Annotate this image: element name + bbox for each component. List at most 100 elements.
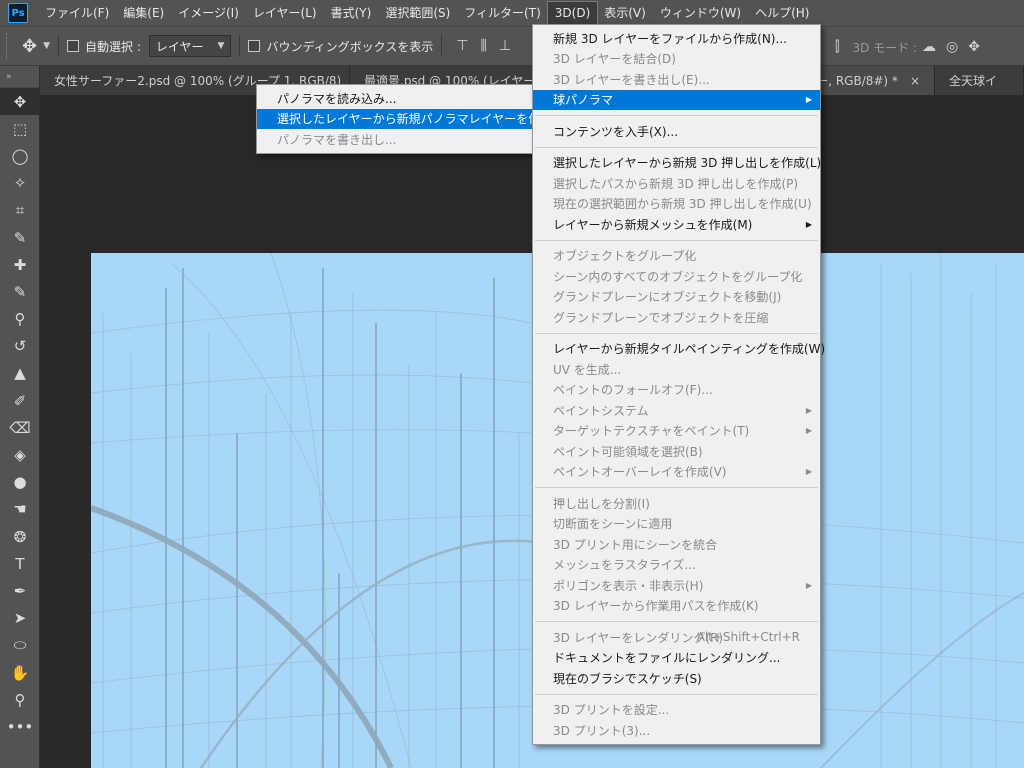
smudge-tool-icon[interactable]: ☚ xyxy=(0,496,40,523)
bounding-box-checkbox[interactable] xyxy=(248,40,261,52)
menu3d-item-label: 3D プリントを設定... xyxy=(553,703,670,718)
menu3d-item[interactable]: 現在のブラシでスケッチ(S) xyxy=(533,668,820,689)
eraser-tool-icon[interactable]: ⌫ xyxy=(0,414,40,441)
menu3d-item[interactable]: シーン内のすべてのオブジェクトをグループ化 xyxy=(533,266,820,287)
menu3d-item[interactable]: レイヤーから新規タイルペインティングを作成(W) xyxy=(533,339,825,360)
menu-filter[interactable]: フィルター(T) xyxy=(457,2,547,24)
menu3d-item[interactable]: グランドプレーンでオブジェクトを圧縮 xyxy=(533,307,820,328)
menu3d-item-label: 切断面をシーンに適用 xyxy=(553,517,673,532)
menu-file[interactable]: ファイル(F) xyxy=(38,2,116,24)
art-history-tool-icon[interactable]: ✐ xyxy=(0,387,40,414)
menu3d-item-label: 現在の選択範囲から新規 3D 押し出しを作成(U) xyxy=(553,197,812,212)
auto-select-checkbox[interactable] xyxy=(67,40,80,52)
menu3d-item[interactable]: 3D プリントを設定... xyxy=(533,700,820,721)
menu3d-item[interactable]: 3D レイヤーを書き出し(E)... xyxy=(533,69,820,90)
menu3d-item[interactable]: 選択したレイヤーから新規 3D 押し出しを作成(L) xyxy=(533,153,821,174)
zoom-tool-icon[interactable]: ⚲ xyxy=(0,686,40,713)
menu3d-item-label: シーン内のすべてのオブジェクトをグループ化 xyxy=(553,269,803,284)
menu3d-item[interactable]: コンテンツを入手(X)... xyxy=(533,121,820,142)
brush-tool-icon[interactable]: ✎ xyxy=(0,278,40,305)
menu3d-item[interactable]: 3D レイヤーを結合(D) xyxy=(533,49,820,70)
menu3d-item[interactable]: 選択したパスから新規 3D 押し出しを作成(P) xyxy=(533,173,820,194)
move-tool-icon[interactable]: ✥ xyxy=(0,88,40,116)
history-brush-tool-icon[interactable]: ↺ xyxy=(0,333,40,360)
path-selection-tool-icon[interactable]: ➤ xyxy=(0,605,40,632)
healing-brush-tool-icon[interactable]: ✚ xyxy=(0,251,40,278)
eyedropper-tool-icon[interactable]: ✎ xyxy=(0,224,40,251)
menu3d-item[interactable]: 3D レイヤーから作業用パスを作成(K) xyxy=(533,596,820,617)
menu3d-item-label: 選択したパスから新規 3D 押し出しを作成(P) xyxy=(553,176,799,191)
menu3d-item[interactable]: 押し出しを分割(I) xyxy=(533,493,820,514)
sponge-tool-icon[interactable]: ❂ xyxy=(0,523,40,550)
menu3d-item[interactable]: オブジェクトをグループ化 xyxy=(533,246,820,267)
menu-select[interactable]: 選択範囲(S) xyxy=(378,2,457,24)
pan-3d-icon[interactable]: ✥ xyxy=(968,39,980,55)
stamp-tool-icon[interactable]: ▲ xyxy=(0,360,40,387)
menu3d-item[interactable]: ペイントのフォールオフ(F)... xyxy=(533,380,820,401)
photoshop-logo-icon[interactable]: Ps xyxy=(8,3,28,23)
tab-document[interactable]: 全天球イ xyxy=(935,66,1024,95)
menu-window[interactable]: ウィンドウ(W) xyxy=(653,2,748,24)
magic-wand-tool-icon[interactable]: ✧ xyxy=(0,170,40,197)
distribute-icon[interactable]: ⫿ xyxy=(835,39,839,55)
menu3d-item[interactable]: ペイントオーバーレイを作成(V) ▶ xyxy=(533,462,820,483)
menu3d-item[interactable]: UV を生成... xyxy=(533,359,820,380)
menu-3d[interactable]: 3D(D) xyxy=(546,1,599,25)
menu-image[interactable]: イメージ(I) xyxy=(171,2,246,24)
menu3d-item[interactable]: 現在の選択範囲から新規 3D 押し出しを作成(U) xyxy=(533,194,820,215)
menu3d-item[interactable]: ターゲットテクスチャをペイント(T) ▶ xyxy=(533,421,820,442)
close-icon[interactable]: × xyxy=(910,74,920,88)
marquee-tool-icon[interactable]: ⬚ xyxy=(0,115,40,142)
menu-type[interactable]: 書式(Y) xyxy=(324,2,379,24)
menu3d-item[interactable]: レイヤーから新規メッシュを作成(M) ▶ xyxy=(533,214,820,235)
menu3d-item-label: ペイントのフォールオフ(F)... xyxy=(553,383,713,398)
auto-select-dropdown[interactable]: レイヤー ▼ xyxy=(148,35,232,57)
options-bar-3d-group: ⫿ 3D モード : ☁ ◎ ✥ xyxy=(830,27,985,67)
menu3d-item[interactable]: 球パノラマ ▶ xyxy=(533,89,820,110)
move-tool-preset-icon[interactable]: ✥ xyxy=(22,36,37,57)
menu3d-item[interactable]: ペイントシステム ▶ xyxy=(533,400,820,421)
clone-stamp-tool-icon[interactable]: ⚲ xyxy=(0,306,40,333)
align-vertical-center-icon[interactable]: ⫼ xyxy=(480,38,486,54)
panorama-item[interactable]: パノラマを書き出し... xyxy=(257,129,533,150)
type-tool-icon[interactable]: T xyxy=(0,550,40,577)
menu3d-item[interactable]: 新規 3D レイヤーをファイルから作成(N)... xyxy=(533,28,820,49)
panorama-item[interactable]: パノラマを読み込み... xyxy=(257,88,533,109)
menu-edit[interactable]: 編集(E) xyxy=(116,2,171,24)
paint-bucket-tool-icon[interactable]: ◈ xyxy=(0,441,40,468)
crop-tool-icon[interactable]: ⌗ xyxy=(0,197,40,224)
menu3d-item[interactable]: 3D プリント用にシーンを統合 xyxy=(533,534,820,555)
ellipse-tool-icon[interactable]: ⬭ xyxy=(0,632,40,659)
menu3d-item[interactable]: 切断面をシーンに適用 xyxy=(533,514,820,535)
menu3d-item[interactable]: ドキュメントをファイルにレンダリング... xyxy=(533,648,820,669)
menu3d-item-label: 3D プリント用にシーンを統合 xyxy=(553,537,718,552)
menu3d-item[interactable]: ポリゴンを表示・非表示(H) ▶ xyxy=(533,575,820,596)
more-tools-icon[interactable]: ••• xyxy=(0,713,40,740)
menu3d-item[interactable]: 3D レイヤーをレンダリング(R) Alt+Shift+Ctrl+R xyxy=(533,627,820,648)
3d-menu-dropdown: 新規 3D レイヤーをファイルから作成(N)... 3D レイヤーを結合(D) 3D… xyxy=(532,24,825,745)
panorama-item-label: パノラマを読み込み... xyxy=(277,91,397,106)
roll-3d-icon[interactable]: ◎ xyxy=(946,39,958,55)
hand-tool-icon[interactable]: ✋ xyxy=(0,659,40,686)
menu-help[interactable]: ヘルプ(H) xyxy=(748,2,816,24)
lasso-tool-icon[interactable]: ◯ xyxy=(0,142,40,169)
toolbar-collapse-icon[interactable]: » xyxy=(0,66,39,88)
orbit-3d-icon[interactable]: ☁ xyxy=(922,39,936,55)
align-bottom-icon[interactable]: ⊥ xyxy=(499,38,511,54)
menu3d-item-label: UV を生成... xyxy=(553,362,622,377)
photoshop-window: Ps ファイル(F) 編集(E) イメージ(I) レイヤー(L) 書式(Y) 選… xyxy=(0,0,1024,768)
menu3d-item[interactable]: メッシュをラスタライズ... xyxy=(533,555,820,576)
align-top-icon[interactable]: ⊤ xyxy=(456,38,468,54)
menu3d-item-label: メッシュをラスタライズ... xyxy=(553,558,696,573)
chevron-down-icon[interactable]: ▼ xyxy=(43,41,50,51)
menu3d-item[interactable]: グランドプレーンにオブジェクトを移動(J) xyxy=(533,287,820,308)
menu3d-item[interactable]: ペイント可能領域を選択(B) xyxy=(533,441,820,462)
menu-separator xyxy=(535,693,818,695)
options-bar-grip[interactable] xyxy=(6,33,10,59)
menu-layer[interactable]: レイヤー(L) xyxy=(246,2,324,24)
menu3d-item[interactable]: 3D プリント(3)... xyxy=(533,720,820,741)
pen-tool-icon[interactable]: ✒ xyxy=(0,577,40,604)
blur-tool-icon[interactable]: ● xyxy=(0,469,40,496)
menu-view[interactable]: 表示(V) xyxy=(597,2,653,24)
panorama-item[interactable]: 選択したレイヤーから新規パノラマレイヤーを作成 xyxy=(257,108,552,129)
